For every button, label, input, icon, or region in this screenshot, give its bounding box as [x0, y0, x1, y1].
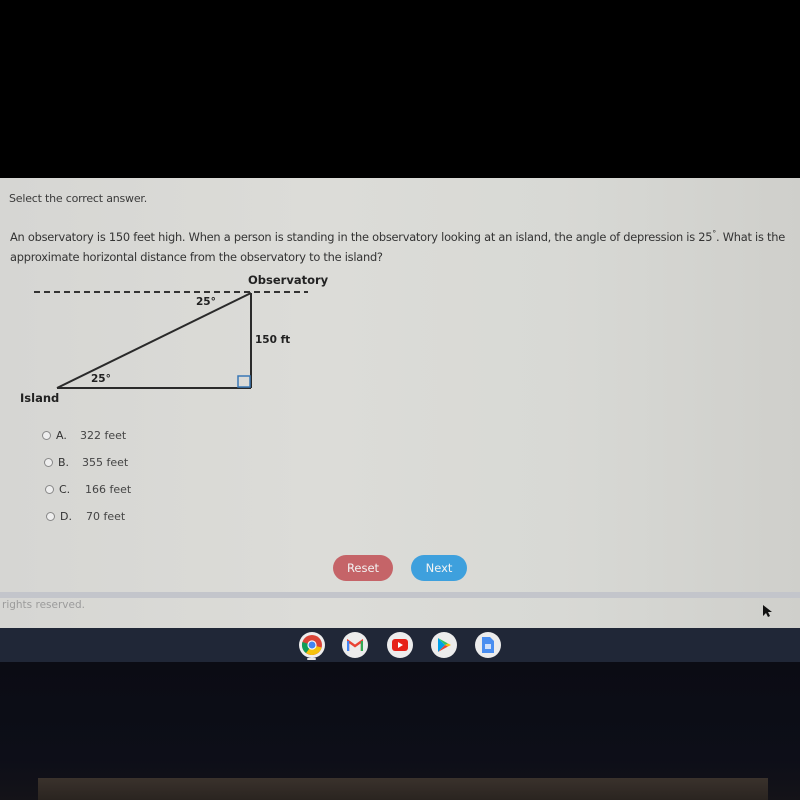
height-label: 150 ft — [255, 334, 291, 346]
option-text: 166 feet — [85, 483, 132, 496]
hypotenuse-line — [56, 292, 252, 389]
chrome-icon[interactable] — [299, 632, 325, 658]
browser-content: Select the correct answer. An observator… — [0, 178, 800, 628]
copyright-text: rights reserved. — [2, 599, 85, 611]
option-letter: C. — [59, 483, 71, 496]
instruction-text: Select the correct answer. — [9, 192, 148, 205]
option-letter: A. — [56, 429, 67, 442]
option-b[interactable]: B. 355 feet — [44, 449, 131, 476]
radio-button[interactable] — [42, 431, 51, 440]
top-angle-label: 25° — [196, 296, 216, 308]
option-text: 70 feet — [86, 510, 126, 523]
gmail-icon[interactable] — [342, 632, 368, 658]
reset-button[interactable]: Reset — [333, 555, 393, 581]
radio-button[interactable] — [46, 512, 55, 521]
option-text: 355 feet — [82, 456, 129, 469]
option-a[interactable]: A. 322 feet — [42, 422, 131, 449]
next-button[interactable]: Next — [411, 555, 467, 581]
island-label: Island — [20, 391, 60, 405]
radio-button[interactable] — [44, 458, 53, 467]
footer-divider — [0, 592, 800, 598]
option-letter: D. — [60, 510, 72, 523]
play-store-icon[interactable] — [431, 632, 457, 658]
question-text: An observatory is 150 feet high. When a … — [10, 224, 795, 267]
option-c[interactable]: C. 166 feet — [45, 476, 131, 503]
observatory-label: Observatory — [248, 273, 329, 287]
option-d[interactable]: D. 70 feet — [46, 503, 131, 530]
chromeos-shelf — [0, 628, 800, 662]
answer-options: A. 322 feet B. 355 feet C. 166 feet D. 7… — [42, 422, 131, 530]
right-angle-marker — [237, 375, 251, 388]
radio-button[interactable] — [45, 485, 54, 494]
docs-icon[interactable] — [475, 632, 501, 658]
mouse-cursor-icon — [763, 605, 772, 617]
option-text: 322 feet — [80, 429, 127, 442]
youtube-icon[interactable] — [387, 632, 413, 658]
option-letter: B. — [58, 456, 70, 469]
active-app-indicator — [307, 658, 316, 660]
laptop-hinge — [38, 778, 768, 800]
question-part1: An observatory is 150 feet high. When a … — [10, 229, 713, 244]
bottom-angle-label: 25° — [91, 373, 111, 385]
triangle-diagram: Observatory 25° 150 ft 25° Island — [0, 270, 340, 410]
